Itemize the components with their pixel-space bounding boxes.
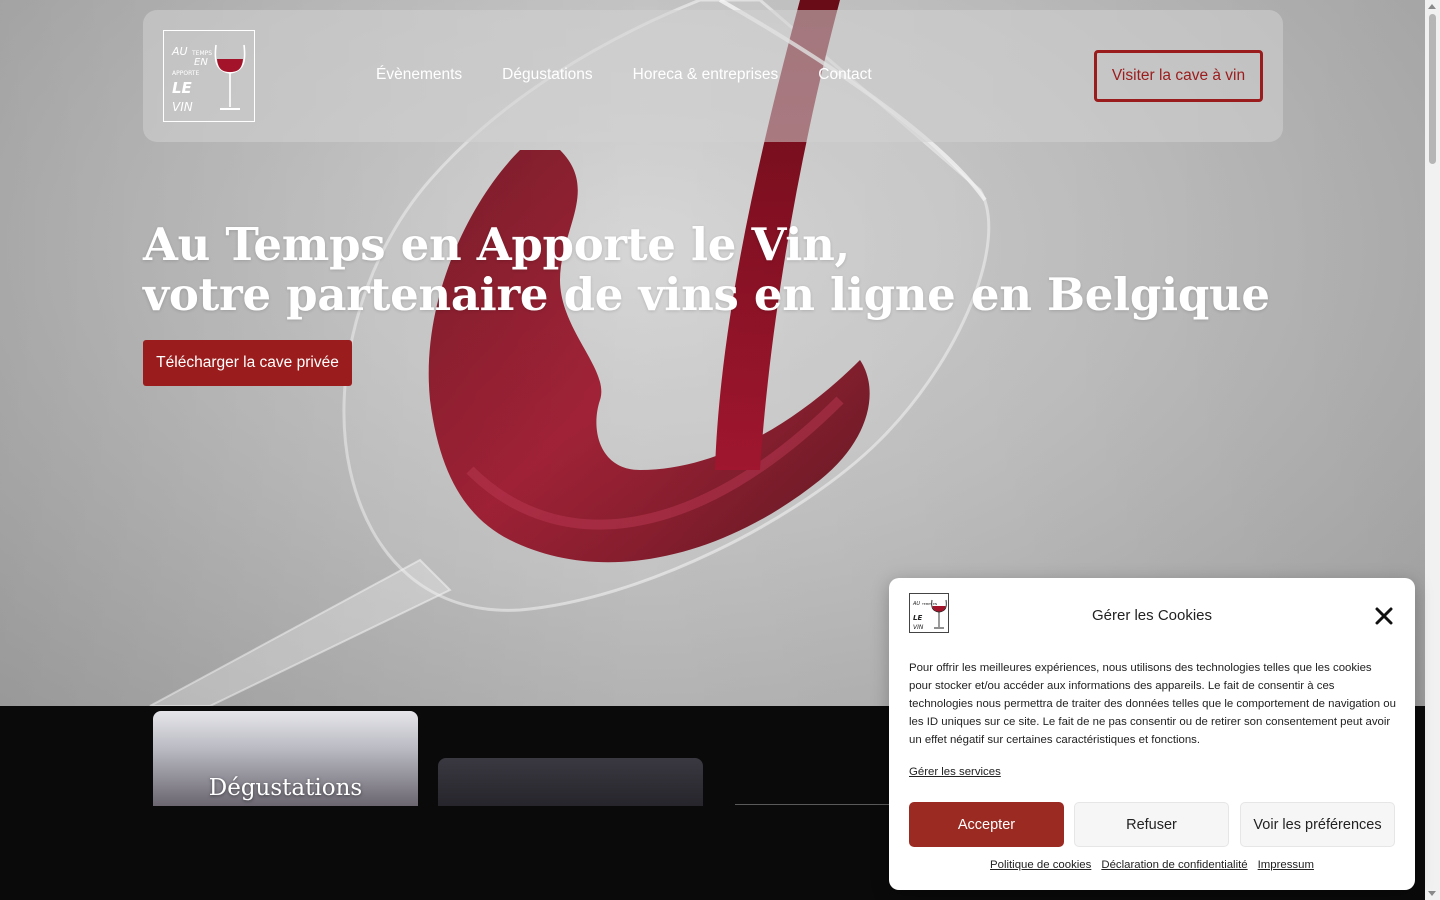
svg-text:EN: EN bbox=[194, 57, 208, 68]
hero-title-line2: votre partenaire de vins en ligne en Bel… bbox=[143, 268, 1270, 321]
svg-text:LE: LE bbox=[172, 79, 193, 97]
hero-title: Au Temps en Apporte le Vin, votre parten… bbox=[143, 220, 1270, 320]
scroll-up-icon[interactable] bbox=[1428, 4, 1436, 9]
page-scrollbar[interactable] bbox=[1425, 0, 1440, 900]
wine-glass-icon: AU TEMPS EN APPORTE LE VIN bbox=[171, 44, 246, 114]
svg-text:VIN: VIN bbox=[913, 624, 924, 631]
scroll-down-icon[interactable] bbox=[1428, 891, 1436, 896]
nav-item-horeca[interactable]: Horeca & entreprises bbox=[633, 66, 779, 84]
hero-title-line1: Au Temps en Apporte le Vin, bbox=[143, 218, 850, 271]
cookie-policy-link[interactable]: Politique de cookies bbox=[990, 859, 1091, 871]
svg-text:AU: AU bbox=[171, 45, 188, 58]
scroll-thumb[interactable] bbox=[1429, 14, 1436, 164]
card-degustations[interactable]: Dégustations bbox=[153, 711, 418, 806]
impressum-link[interactable]: Impressum bbox=[1258, 859, 1314, 871]
cookie-consent-modal: AU TEMPS EN LE VIN Gérer les Cookies Pou… bbox=[889, 578, 1415, 890]
card-events-image[interactable] bbox=[438, 758, 703, 806]
svg-text:VIN: VIN bbox=[172, 100, 193, 114]
accept-button[interactable]: Accepter bbox=[909, 802, 1064, 847]
cookie-title: Gérer les Cookies bbox=[1091, 607, 1213, 624]
card-title: Dégustations bbox=[208, 775, 363, 801]
site-header: AU TEMPS EN APPORTE LE VIN Évènements Dé… bbox=[143, 10, 1283, 142]
refuse-button[interactable]: Refuser bbox=[1074, 802, 1229, 847]
svg-text:APPORTE: APPORTE bbox=[172, 70, 199, 77]
manage-services-link[interactable]: Gérer les services bbox=[909, 766, 1001, 778]
svg-text:TEMPS EN: TEMPS EN bbox=[921, 602, 937, 606]
cookie-description: Pour offrir les meilleures expériences, … bbox=[909, 662, 1396, 746]
divider bbox=[735, 804, 895, 805]
main-nav: Évènements Dégustations Horeca & entrepr… bbox=[376, 66, 912, 84]
nav-item-evenements[interactable]: Évènements bbox=[376, 66, 462, 84]
site-logo[interactable]: AU TEMPS EN APPORTE LE VIN bbox=[163, 30, 255, 122]
privacy-statement-link[interactable]: Déclaration de confidentialité bbox=[1101, 859, 1247, 871]
nav-item-contact[interactable]: Contact bbox=[818, 66, 871, 84]
visit-cellar-button[interactable]: Visiter la cave à vin bbox=[1094, 50, 1263, 102]
svg-text:TEMPS: TEMPS bbox=[191, 50, 212, 57]
download-private-cellar-button[interactable]: Télécharger la cave privée bbox=[143, 340, 352, 386]
close-icon[interactable] bbox=[1375, 607, 1393, 625]
preferences-button[interactable]: Voir les préférences bbox=[1240, 802, 1395, 847]
nav-item-degustations[interactable]: Dégustations bbox=[502, 66, 592, 84]
cookie-footer-links: Politique de cookies Déclaration de conf… bbox=[889, 859, 1415, 871]
